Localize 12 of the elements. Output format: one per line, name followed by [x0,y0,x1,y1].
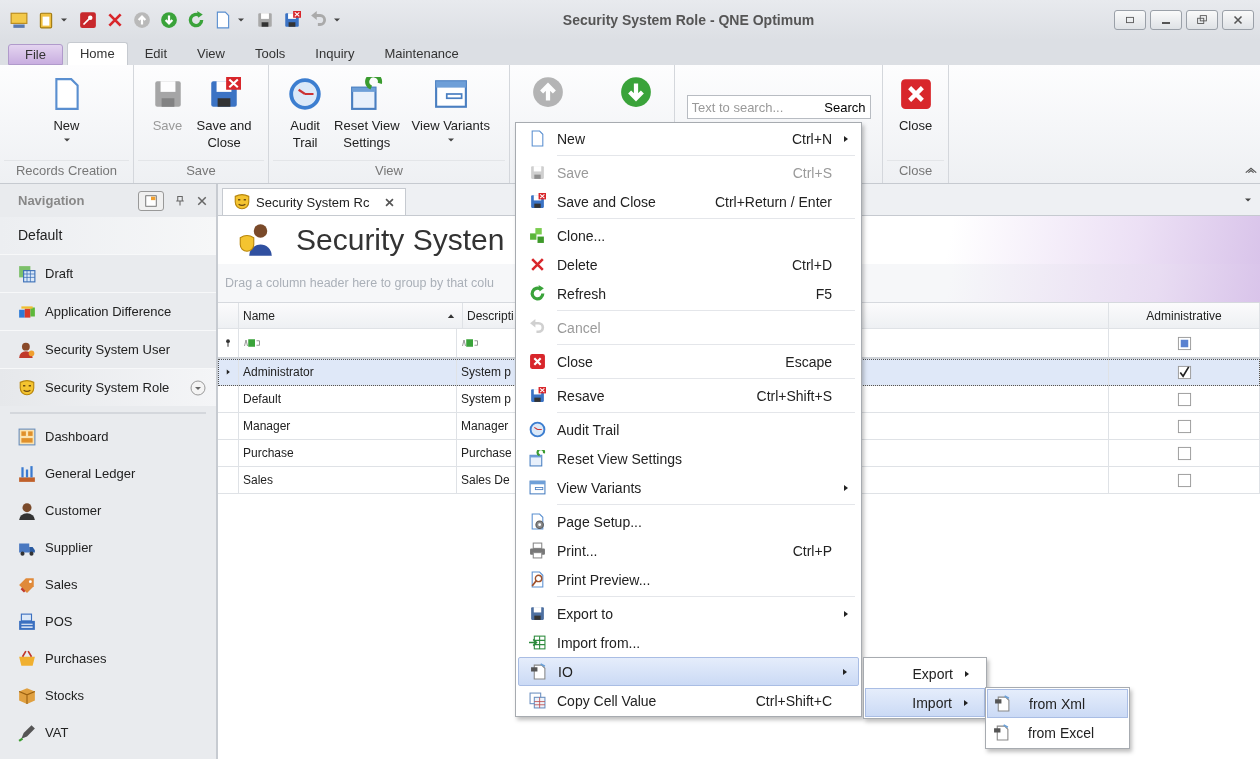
group-label: View [273,160,505,183]
group-label: Records Creation [4,160,129,183]
table-cell: Default [239,386,457,412]
table-cell: Sales [239,467,457,493]
group-label: Close [887,160,944,183]
table-cell: Manager [239,413,457,439]
page-title: Security Systen [296,223,505,257]
table-cell: Purchase [239,440,457,466]
table-cell: Administrator [239,359,457,385]
panel-title: Navigation [18,193,86,208]
group-label: Save [138,160,264,183]
window-title: Security System Role - QNE Optimum [561,12,816,28]
